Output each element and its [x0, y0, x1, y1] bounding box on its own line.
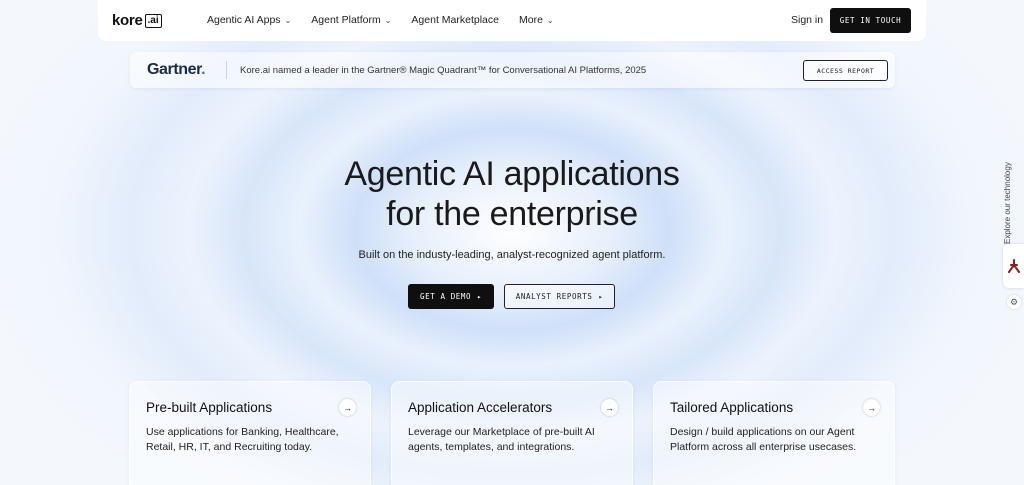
arrow-right-icon[interactable]: → — [339, 399, 356, 416]
banner-divider — [226, 61, 227, 79]
card-title: Tailored Applications — [670, 400, 794, 415]
get-in-touch-button[interactable]: GET IN TOUCH — [830, 8, 911, 33]
card-tailored-applications[interactable]: Tailored Applications → Design / build a… — [653, 381, 895, 485]
analyst-reports-button[interactable]: ANALYST REPORTS ▸ — [504, 284, 615, 309]
top-nav: kore .ai Agentic AI Apps ⌄ Agent Platfor… — [98, 0, 926, 41]
arrow-right-icon[interactable]: → — [863, 399, 880, 416]
hero-title-line1: Agentic AI applications — [344, 155, 680, 193]
logo-suffix: .ai — [144, 13, 162, 28]
nav-item-agentic-ai-apps[interactable]: Agentic AI Apps ⌄ — [207, 14, 291, 26]
gear-icon[interactable]: ⚙ — [1007, 295, 1021, 309]
nav-item-label: More — [518, 14, 543, 26]
hero-subtitle: Built on the industy-leading, analyst-re… — [358, 249, 666, 261]
nav-item-agent-marketplace[interactable]: Agent Marketplace — [411, 14, 499, 26]
hero-title-line2: for the enterprise — [386, 195, 638, 233]
card-body: Leverage our Marketplace of pre-built AI… — [408, 426, 595, 453]
nav-menu: Agentic AI Apps ⌄ Agent Platform ⌄ Agent… — [207, 14, 574, 26]
explore-technology-label[interactable]: Explore our technology — [1003, 162, 1012, 244]
nav-item-label: Agentic AI Apps — [207, 14, 281, 26]
card-body: Design / build applications on our Agent… — [670, 426, 857, 453]
logo-text: kore — [112, 12, 143, 29]
nav-item-agent-platform[interactable]: Agent Platform ⌄ — [311, 14, 391, 26]
kore-side-widget[interactable] — [1003, 244, 1024, 288]
card-application-accelerators[interactable]: Application Accelerators → Leverage our … — [391, 381, 633, 485]
chevron-down-icon: ⌄ — [284, 15, 292, 25]
nav-item-label: Agent Marketplace — [411, 14, 499, 26]
gartner-logo: Gartner. — [147, 61, 206, 78]
kore-logo[interactable]: kore .ai — [112, 12, 162, 29]
nav-item-more[interactable]: More ⌄ — [519, 14, 554, 26]
arrow-right-icon: ▸ — [598, 292, 604, 301]
chevron-down-icon: ⌄ — [546, 15, 554, 25]
nav-item-label: Agent Platform — [311, 14, 381, 26]
analyst-reports-label: ANALYST REPORTS — [515, 292, 593, 301]
get-a-demo-button[interactable]: GET A DEMO ▸ — [408, 284, 494, 309]
access-report-button[interactable]: ACCESS REPORT — [803, 60, 888, 81]
arrow-right-icon[interactable]: → — [601, 399, 618, 416]
signin-link[interactable]: Sign in — [791, 14, 823, 26]
card-title: Application Accelerators — [408, 400, 553, 415]
get-a-demo-label: GET A DEMO — [420, 292, 472, 301]
card-body: Use applications for Banking, Healthcare… — [146, 426, 339, 453]
gartner-banner: Gartner. Kore.ai named a leader in the G… — [130, 52, 895, 88]
arrow-right-icon: ▸ — [477, 292, 482, 301]
kore-mark-icon — [1007, 259, 1020, 273]
banner-text: Kore.ai named a leader in the Gartner® M… — [240, 65, 647, 76]
card-title: Pre-built Applications — [146, 400, 273, 415]
card-prebuilt-applications[interactable]: Pre-built Applications → Use application… — [129, 381, 371, 485]
chevron-down-icon: ⌄ — [384, 15, 392, 25]
hero-title: Agentic AI applications for the enterpri… — [0, 154, 1024, 234]
